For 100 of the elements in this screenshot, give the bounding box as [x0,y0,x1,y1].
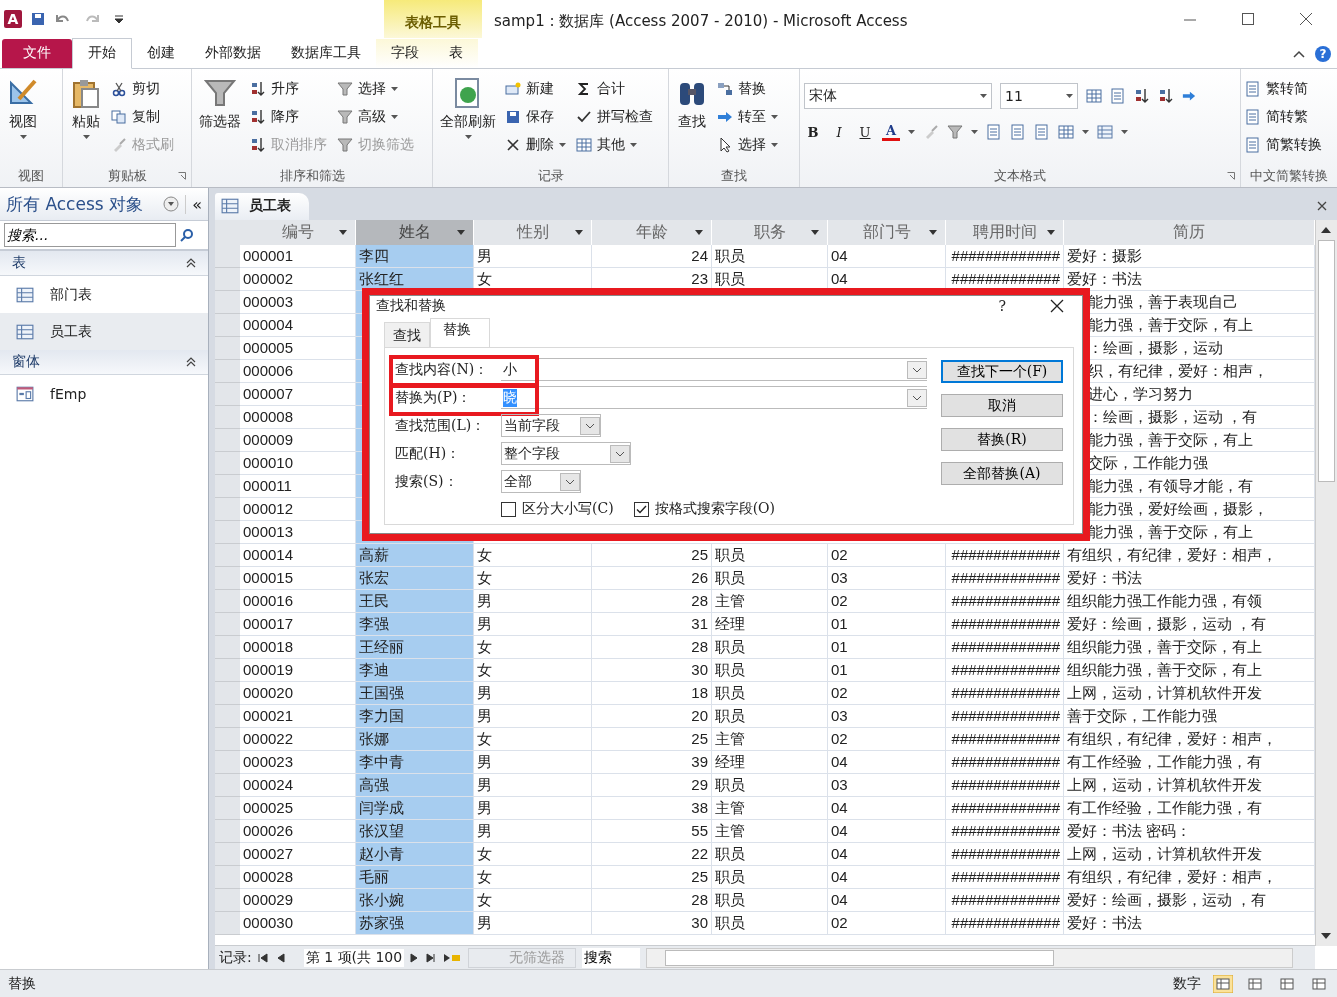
row-selector[interactable] [215,590,240,613]
dialog-button[interactable]: 替换(R) [941,428,1063,451]
ribbon-tab[interactable]: 表 [434,39,478,68]
dialog-launcher-icon[interactable] [1227,172,1235,180]
ribbon-button[interactable]: 转至 [717,103,778,131]
row-selector[interactable] [215,682,240,705]
search-field[interactable]: 搜索... [4,223,176,247]
ribbon-button[interactable]: 复制 [111,103,174,131]
row-selector[interactable] [215,774,240,797]
row-selector[interactable] [215,498,240,521]
row-selector[interactable] [215,406,240,429]
collapse-button[interactable]: « [185,194,202,214]
filter-caret-icon[interactable] [929,230,937,235]
ribbon-button[interactable]: 粘贴 [67,75,105,165]
horizontal-scrollbar[interactable] [646,947,1293,968]
row-selector[interactable] [215,728,240,751]
filter-caret-icon[interactable] [575,230,583,235]
help-button[interactable]: ? [1315,46,1331,62]
filter-caret-icon[interactable] [811,230,819,235]
row-selector[interactable] [215,567,240,590]
column-header[interactable]: 姓名 [356,220,474,245]
filter-caret-icon[interactable] [695,230,703,235]
ribbon-button[interactable]: 降序 [250,103,327,131]
nav-item[interactable]: fEmp [0,375,208,412]
dialog-tab[interactable]: 查找 [384,322,430,347]
font-color-button[interactable]: A [882,123,900,141]
help-button[interactable]: ? [998,298,1006,314]
ribbon-button[interactable]: 全部刷新 [437,75,499,165]
row-selector[interactable] [215,751,240,774]
row-selector[interactable] [215,659,240,682]
column-header[interactable]: 性别 [474,220,592,245]
row-selector[interactable] [215,544,240,567]
row-selector[interactable] [215,820,240,843]
ribbon-tab[interactable]: 字段 [376,39,434,68]
row-selector[interactable] [215,268,240,291]
dropdown-icon[interactable] [163,196,180,212]
filter-caret-icon[interactable] [339,230,347,235]
dropdown-field[interactable]: 全部 [501,470,581,493]
row-selector[interactable] [215,912,240,935]
dialog-launcher-icon[interactable] [178,172,186,180]
ribbon-tab[interactable]: 外部数据 [190,39,276,68]
ribbon-button[interactable]: 简繁转换 [1245,131,1322,159]
ribbon-tab[interactable]: 文件 [2,39,72,68]
ribbon-button[interactable]: 选择 [717,131,778,159]
row-selector[interactable] [215,429,240,452]
row-selector[interactable] [215,889,240,912]
vertical-scrollbar[interactable] [1315,220,1337,946]
ribbon-button[interactable]: 视图 [4,75,42,165]
row-selector[interactable] [215,475,240,498]
section-header[interactable]: 表 [0,251,208,276]
nav-item[interactable]: 部门表 [0,276,208,313]
row-selector[interactable] [215,383,240,406]
ribbon-button[interactable]: 合计 [576,75,653,103]
view-button[interactable] [1213,974,1233,993]
row-selector[interactable] [215,245,240,268]
dialog-button[interactable]: 取消 [941,394,1063,417]
filter-caret-icon[interactable] [1047,230,1055,235]
search-icon[interactable] [180,228,194,242]
column-header[interactable]: 部门号 [828,220,946,245]
document-tab[interactable]: 员工表 [215,193,309,220]
ribbon-button[interactable]: 其他 [576,131,653,159]
dialog-tab[interactable]: 替换 [430,318,490,347]
row-selector[interactable] [215,797,240,820]
row-selector[interactable] [215,705,240,728]
ribbon-tab[interactable]: 创建 [132,39,190,68]
row-selector[interactable] [215,636,240,659]
column-header[interactable]: 聘用时间 [946,220,1064,245]
ribbon-tab[interactable]: 开始 [72,38,132,69]
customize-icon[interactable] [114,14,124,24]
ribbon-button[interactable]: 保存 [505,103,566,131]
ribbon-button[interactable]: 高级 [337,103,414,131]
ribbon-button[interactable]: 选择 [337,75,414,103]
filter-caret-icon[interactable] [457,230,465,235]
row-selector[interactable] [215,360,240,383]
column-header[interactable]: 职务 [712,220,828,245]
close-icon[interactable] [1050,299,1064,313]
close-icon[interactable] [1317,201,1327,211]
ribbon-button[interactable]: 查找 [673,75,711,165]
ribbon-button[interactable]: 删除 [505,131,566,159]
row-selector[interactable] [215,613,240,636]
font-name-field[interactable]: 宋体 [804,83,992,109]
ribbon-button[interactable]: 新建 [505,75,566,103]
row-selector[interactable] [215,314,240,337]
ribbon-button[interactable]: 替换 [717,75,778,103]
ribbon-button[interactable]: 拼写检查 [576,103,653,131]
section-header[interactable]: 窗体 [0,350,208,375]
checkbox[interactable] [501,501,516,517]
dropdown-field[interactable]: 整个字段 [501,442,631,465]
row-selector[interactable] [215,521,240,544]
font-size-field[interactable]: 11 [1000,83,1078,109]
record-next-last-new-icon[interactable] [410,952,463,963]
row-selector[interactable] [215,291,240,314]
text-field[interactable]: 小 [501,358,927,381]
ribbon-tab[interactable]: 数据库工具 [276,39,376,68]
checkbox[interactable] [633,501,649,517]
dialog-button[interactable]: 查找下一个(F) [941,360,1063,383]
underline-button[interactable]: U [856,124,874,140]
bold-button[interactable]: B [804,124,822,140]
row-selector[interactable] [215,337,240,360]
ribbon-button[interactable]: 繁转简 [1245,75,1322,103]
